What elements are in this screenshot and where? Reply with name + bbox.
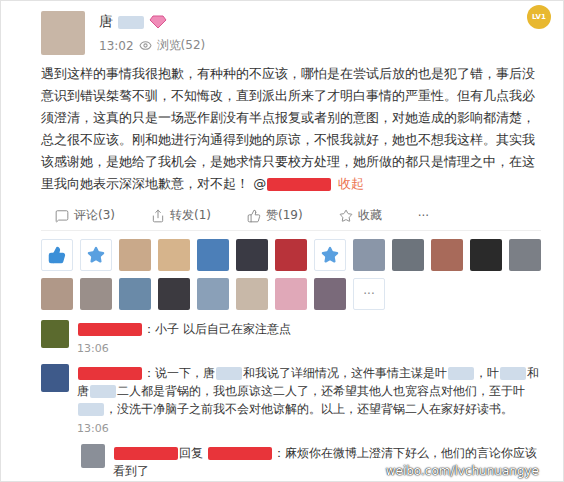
action-bar: 评论(3) 转发(1) 赞(19) 收藏 ··· bbox=[41, 201, 541, 231]
liker-avatar[interactable] bbox=[509, 239, 541, 271]
comment-time: 13:06 bbox=[77, 340, 541, 358]
view-count: 浏览(52) bbox=[157, 37, 206, 54]
liker-avatar[interactable] bbox=[41, 278, 73, 310]
commenter-avatar[interactable] bbox=[81, 444, 105, 468]
author-avatar[interactable] bbox=[41, 11, 85, 55]
text-run: 唐 bbox=[99, 13, 113, 31]
liker-avatar[interactable] bbox=[236, 239, 268, 271]
share-icon bbox=[151, 209, 165, 223]
eye-icon bbox=[139, 39, 152, 52]
liker-avatar[interactable] bbox=[80, 278, 112, 310]
comment-button[interactable]: 评论(3) bbox=[55, 207, 115, 224]
liker-star[interactable] bbox=[80, 239, 112, 271]
text-run: 回复 bbox=[179, 446, 207, 460]
star-icon bbox=[87, 246, 105, 264]
liker-like[interactable] bbox=[41, 239, 73, 271]
liker-avatar[interactable] bbox=[158, 239, 190, 271]
liker-avatar[interactable] bbox=[275, 278, 307, 310]
thumbs-up-icon bbox=[48, 246, 66, 264]
liker-avatar[interactable] bbox=[392, 239, 424, 271]
like-button[interactable]: 赞(19) bbox=[247, 207, 303, 224]
likers-grid: ··· bbox=[1, 231, 563, 310]
blurred-text bbox=[448, 367, 474, 380]
blurred-text bbox=[216, 367, 242, 380]
post-header: 唐 13:02 浏览(52) bbox=[1, 1, 563, 55]
liker-avatar[interactable] bbox=[197, 278, 229, 310]
level-badge: LV1 bbox=[527, 5, 551, 29]
diamond-icon bbox=[149, 15, 167, 29]
commenter-avatar[interactable] bbox=[41, 364, 69, 392]
liker-avatar[interactable] bbox=[236, 278, 268, 310]
star-icon bbox=[321, 246, 339, 264]
watermark: weibo.com/lvchunuangye bbox=[386, 464, 539, 478]
comment-item: ：小子 以后自己在家注意点 13:06 bbox=[41, 320, 541, 358]
liker-avatar[interactable] bbox=[314, 278, 346, 310]
liker-avatar[interactable] bbox=[197, 239, 229, 271]
author-info: 唐 13:02 浏览(52) bbox=[99, 11, 205, 54]
post-meta: 13:02 浏览(52) bbox=[99, 37, 205, 54]
liker-star[interactable] bbox=[314, 239, 346, 271]
comment-content: ：小子 以后自己在家注意点 13:06 bbox=[77, 320, 541, 358]
comment-time: 13:06 bbox=[77, 420, 541, 438]
liker-avatar[interactable] bbox=[353, 239, 385, 271]
liker-avatar[interactable] bbox=[470, 239, 502, 271]
star-icon bbox=[339, 209, 353, 223]
text-run: ，叶 bbox=[475, 366, 499, 380]
redacted-name bbox=[78, 367, 142, 380]
collapse-link[interactable]: 收起 bbox=[338, 176, 364, 191]
text-run: 二人都是背锅的，我也原谅这二人了，还希望其他人也宽容点对他们，至于叶 bbox=[117, 384, 525, 398]
comment-item: ：说一下，唐和我说了详细情况，这件事情主谋是叶，叶和唐二人都是背锅的，我也原谅这… bbox=[41, 364, 541, 438]
comment-list: ：小子 以后自己在家注意点 13:06 ：说一下，唐 和我说了详细情况，这件事情主谋是… bbox=[1, 310, 563, 480]
text-run: ，没洗干净脑子之前我不会对他谅解的。以上，还望背锅二人在家好好读书。 bbox=[105, 402, 513, 416]
comment-content: ：说一下，唐和我说了详细情况，这件事情主谋是叶，叶和唐二人都是背锅的，我也原谅这… bbox=[77, 364, 541, 438]
comment-icon bbox=[55, 209, 69, 223]
text-run: 和我说了详细情况，这件事情主谋是叶 bbox=[243, 366, 447, 380]
blurred-text bbox=[78, 403, 104, 416]
text-run: ：说一下，唐 bbox=[143, 366, 215, 380]
author-name[interactable]: 唐 bbox=[99, 13, 205, 31]
liker-avatar[interactable] bbox=[275, 239, 307, 271]
redacted-name bbox=[114, 447, 178, 460]
post-body: 遇到这样的事情我很抱歉，有种种的不应该，哪怕是在尝试后放的也是犯了错，事后没意识… bbox=[1, 55, 563, 195]
redacted-name bbox=[208, 447, 272, 460]
blurred-text bbox=[500, 367, 526, 380]
more-likers-button[interactable]: ··· bbox=[353, 278, 385, 310]
liker-avatar[interactable] bbox=[119, 278, 151, 310]
thumbs-up-icon bbox=[247, 209, 261, 223]
blurred-text bbox=[90, 385, 116, 398]
redacted-name bbox=[78, 323, 142, 336]
post-time: 13:02 bbox=[99, 39, 134, 53]
favorite-button[interactable]: 收藏 bbox=[339, 207, 382, 224]
liker-avatar[interactable] bbox=[158, 278, 190, 310]
more-button[interactable]: ··· bbox=[418, 209, 429, 223]
share-button[interactable]: 转发(1) bbox=[151, 207, 211, 224]
weibo-post: 唐 13:02 浏览(52) LV1 遇到这样的事情我很抱歉，有种种的不应该，哪怕是在尝… bbox=[0, 0, 564, 482]
liker-avatar[interactable] bbox=[431, 239, 463, 271]
text-run: ：小子 以后自己在家注意点 bbox=[143, 322, 291, 336]
redacted-name bbox=[267, 178, 331, 191]
commenter-avatar[interactable] bbox=[41, 320, 69, 348]
liker-avatar[interactable] bbox=[119, 239, 151, 271]
text-run: 遇到这样的事情我很抱歉，有种种的不应该，哪怕是在尝试后放的也是犯了错，事后没意识… bbox=[41, 66, 535, 191]
blurred-text bbox=[118, 16, 144, 29]
